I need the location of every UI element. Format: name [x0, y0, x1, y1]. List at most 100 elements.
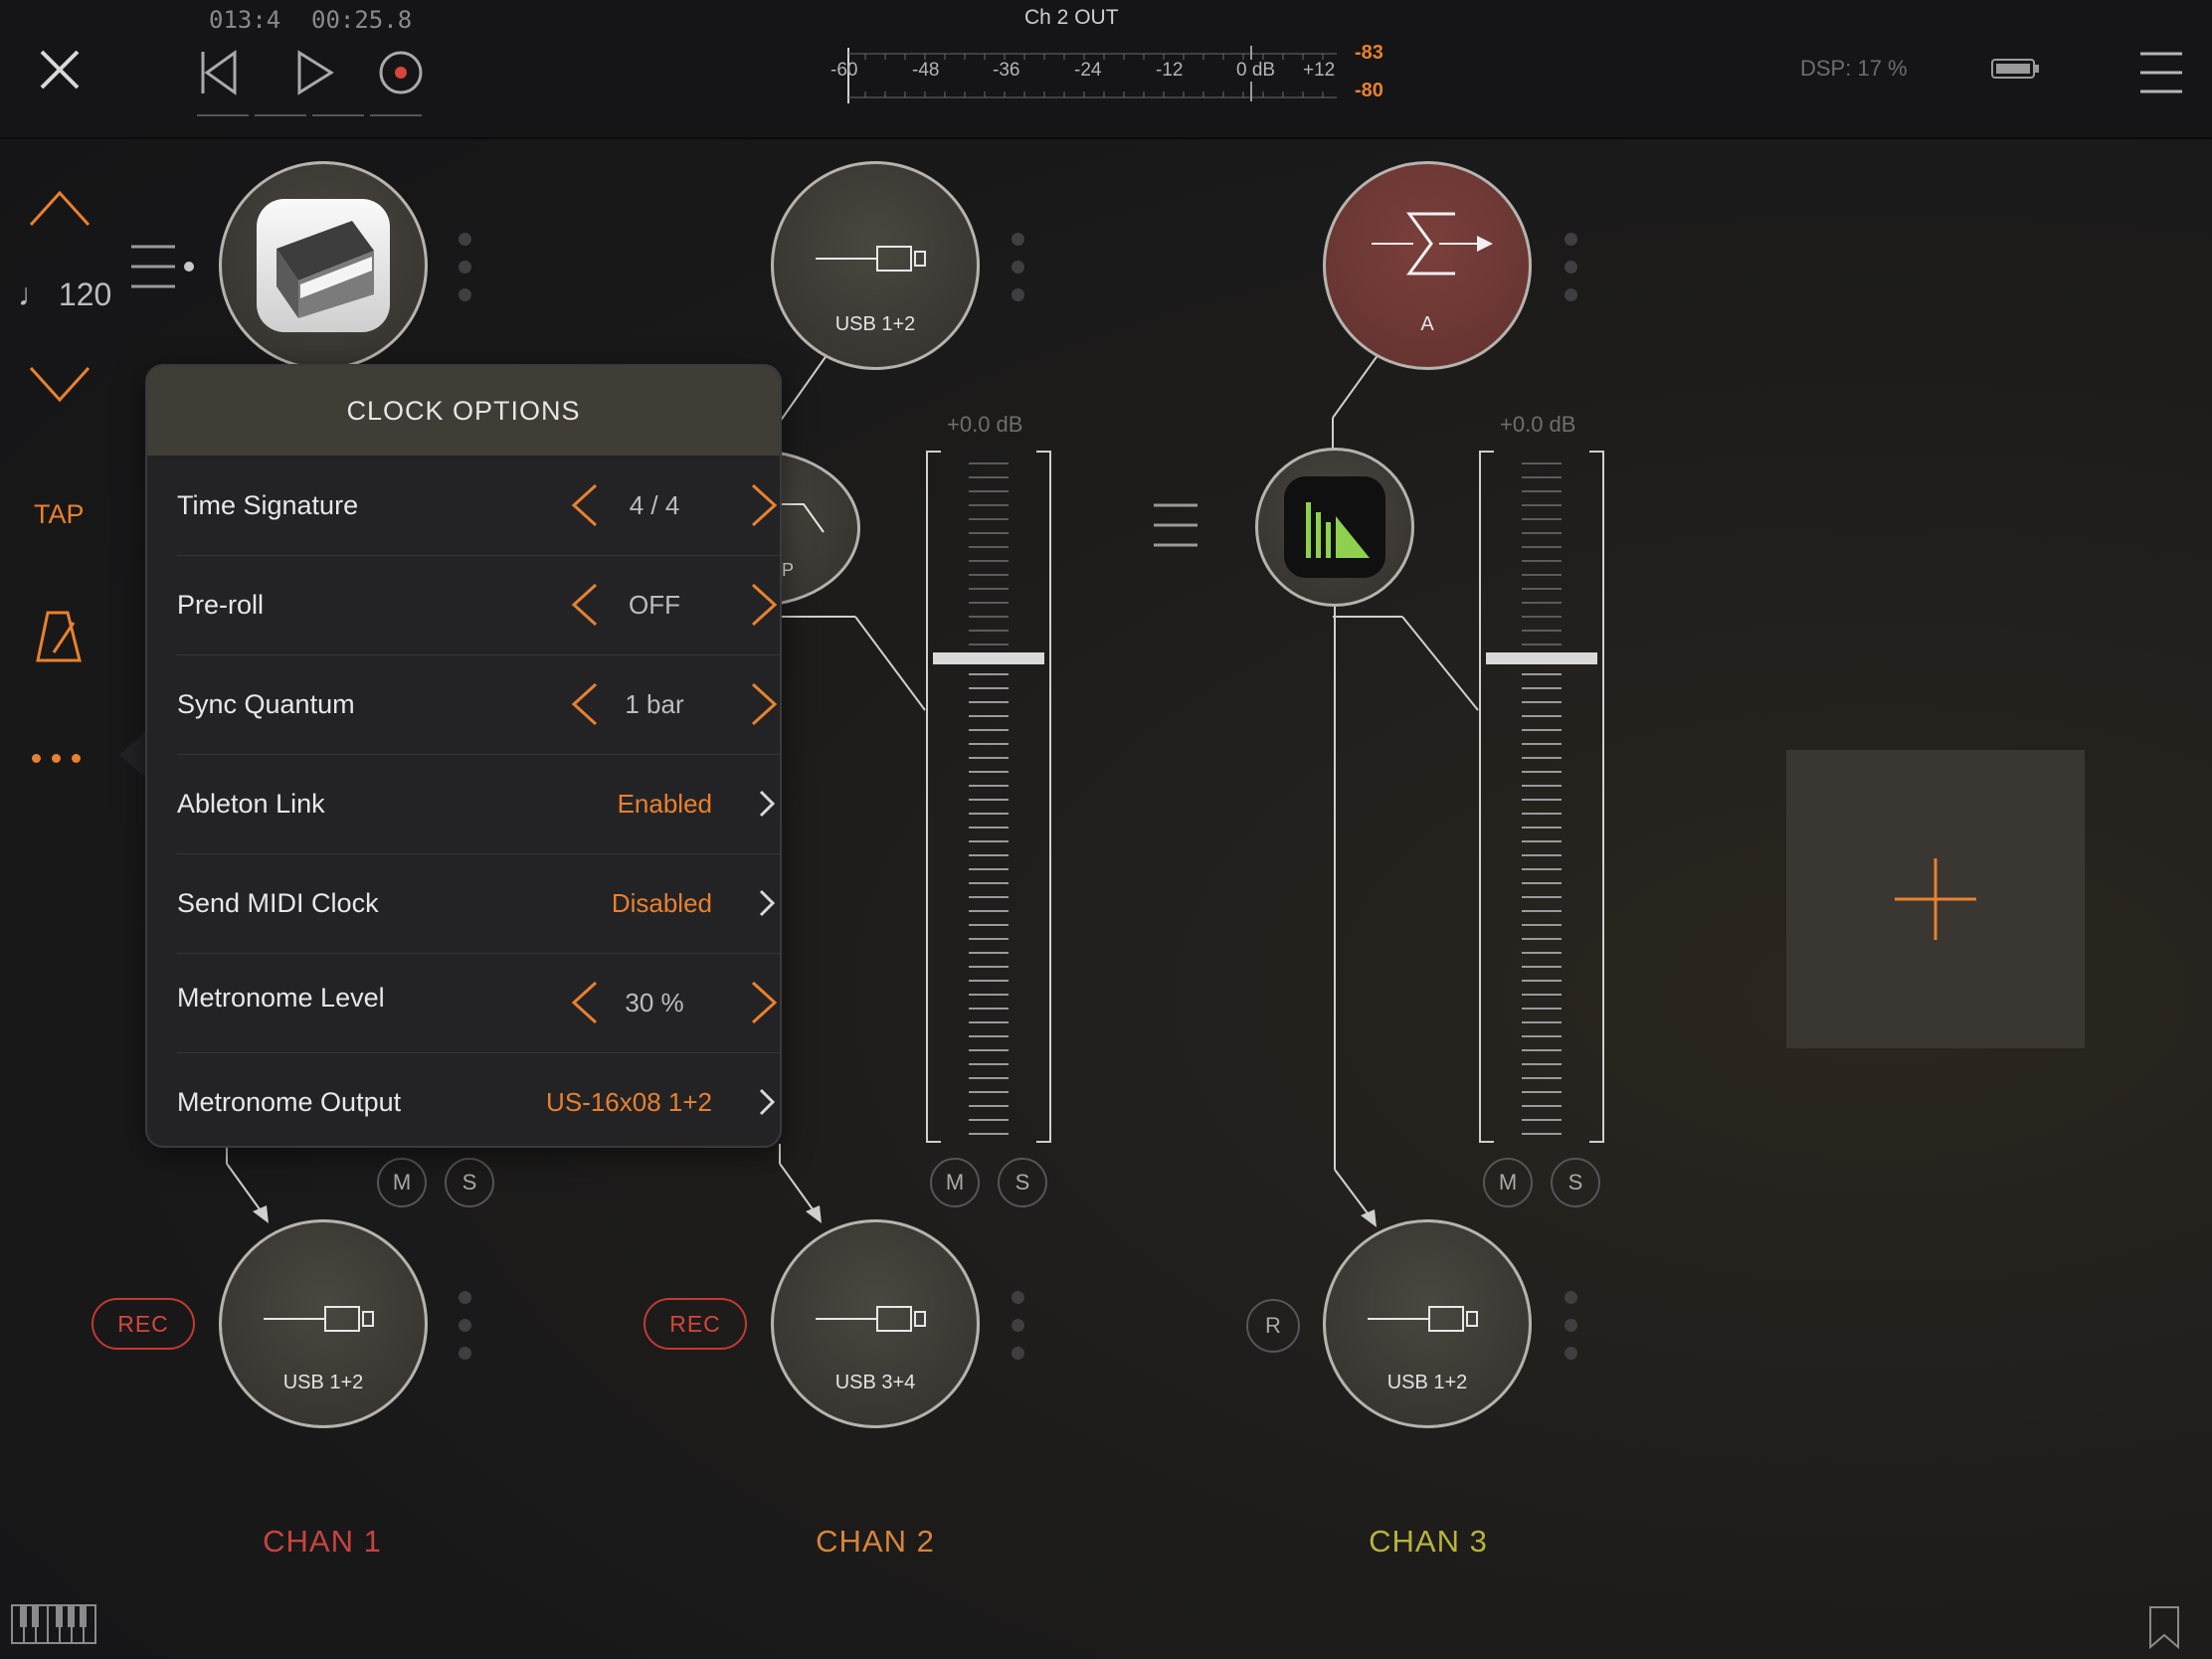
bookmark-icon[interactable]	[2148, 1605, 2180, 1649]
output-node-label: USB 1+2	[1386, 1372, 1468, 1393]
meter-tick: -24	[1074, 60, 1102, 81]
fx-list-icon[interactable]	[1152, 501, 1201, 549]
solo-button-chan3[interactable]: S	[1551, 1158, 1600, 1207]
node-options-dots[interactable]	[1565, 1291, 1577, 1375]
send-midi-clock-value: Disabled	[611, 888, 712, 918]
meter-title: Ch 2 OUT	[1024, 6, 1119, 29]
output-plug-icon	[264, 1306, 374, 1332]
close-icon[interactable]	[38, 48, 82, 92]
ableton-link-value: Enabled	[617, 789, 712, 819]
solo-button-chan2[interactable]: S	[998, 1158, 1047, 1207]
tap-tempo-button[interactable]: TAP	[34, 499, 85, 530]
chevron-right-icon	[757, 853, 777, 953]
metronome-icon[interactable]	[34, 609, 84, 664]
volume-fader-chan3[interactable]	[1478, 450, 1605, 1144]
row-label: Metronome Output	[177, 1087, 402, 1117]
synth-app-icon	[257, 199, 390, 332]
clock-options-popover: CLOCK OPTIONS Time Signature 4 / 4 Pre-r…	[145, 364, 782, 1148]
row-label: Send MIDI Clock	[177, 888, 379, 918]
node-options-dots[interactable]	[459, 1291, 471, 1375]
meter-tick: 0 dB	[1236, 60, 1276, 82]
bus-node-chan3[interactable]: A	[1323, 161, 1532, 370]
metronome-output-value: US-16x08 1+2	[546, 1087, 712, 1117]
signal-arrow	[779, 1144, 822, 1223]
synth-instrument-node[interactable]	[219, 161, 428, 370]
fader-handle[interactable]	[933, 652, 1044, 664]
channel-name-2[interactable]: CHAN 2	[726, 1524, 1024, 1560]
node-options-dots[interactable]	[1565, 233, 1577, 316]
output-plug-icon	[1368, 1306, 1478, 1332]
signal-wire	[779, 354, 829, 423]
increment-button[interactable]	[749, 654, 779, 754]
transport-progress	[197, 114, 426, 116]
transport-time: 00:25.8	[311, 6, 413, 34]
pre-roll-row: Pre-roll OFF	[177, 555, 780, 655]
send-midi-clock-row[interactable]: Send MIDI Clock Disabled	[177, 853, 780, 954]
bus-node-label: A	[1420, 313, 1434, 335]
meter-tick: -36	[993, 60, 1020, 81]
top-bar: 013:4 00:25.8 Ch 2 OUT -60 -48 -36 -24 -…	[0, 0, 2212, 139]
ableton-link-row[interactable]: Ableton Link Enabled	[177, 754, 780, 854]
row-label: Pre-roll	[177, 590, 265, 620]
piano-keyboard-icon[interactable]	[10, 1603, 99, 1647]
lowpass-filter-icon	[780, 503, 825, 533]
input-node-chan2[interactable]: USB 1+2	[771, 161, 980, 370]
output-node-chan2[interactable]: USB 3+4	[771, 1219, 980, 1428]
analyzer-app-icon	[1284, 476, 1385, 578]
output-node-label: USB 1+2	[282, 1372, 364, 1393]
node-options-dots[interactable]	[459, 233, 471, 316]
tempo-bpm[interactable]: ♩ 120	[18, 276, 111, 313]
fader-handle[interactable]	[1486, 652, 1597, 664]
node-options-dots[interactable]	[1012, 233, 1024, 316]
record-arm-chan3[interactable]: R	[1246, 1299, 1300, 1353]
output-plug-icon	[816, 1306, 926, 1332]
volume-fader-chan2[interactable]	[925, 450, 1052, 1144]
chevron-right-icon	[757, 1052, 777, 1146]
menu-icon[interactable]	[2138, 50, 2184, 95]
signal-arrow	[1334, 607, 1377, 1227]
mute-button-chan3[interactable]: M	[1483, 1158, 1533, 1207]
row-label: Metronome Level	[177, 983, 385, 1013]
meter-tick: +12	[1303, 60, 1336, 82]
dsp-load: DSP: 17 %	[1800, 56, 1908, 81]
meter-tick: -60	[830, 60, 858, 81]
mute-button-chan2[interactable]: M	[930, 1158, 980, 1207]
pre-roll-value: OFF	[629, 590, 680, 620]
meter-tick: -48	[912, 60, 940, 81]
play-icon[interactable]	[295, 50, 335, 95]
sync-quantum-value: 1 bar	[625, 689, 684, 719]
increment-button[interactable]	[749, 555, 779, 654]
track-list-icon[interactable]	[129, 243, 195, 290]
fader-level-chan2: +0.0 dB	[947, 412, 1023, 437]
time-signature-row: Time Signature 4 / 4	[177, 456, 780, 556]
record-arm-chan2[interactable]: REC	[644, 1298, 747, 1350]
increment-button[interactable]	[749, 456, 779, 555]
solo-button-chan1[interactable]: S	[445, 1158, 494, 1207]
sync-quantum-row: Sync Quantum 1 bar	[177, 654, 780, 755]
filter-node-label: P	[782, 560, 795, 580]
effect-plugin-node[interactable]	[1255, 448, 1414, 607]
peak-level-top: -83	[1355, 42, 1383, 64]
input-plug-icon	[816, 246, 926, 272]
node-options-dots[interactable]	[1012, 1291, 1024, 1375]
record-icon[interactable]	[378, 50, 424, 95]
increment-button[interactable]	[749, 953, 779, 1052]
output-node-chan3[interactable]: USB 1+2	[1323, 1219, 1532, 1428]
time-signature-value: 4 / 4	[629, 490, 680, 520]
chevron-up-icon[interactable]	[28, 189, 92, 229]
record-arm-chan1[interactable]: REC	[92, 1298, 195, 1350]
metronome-level-row: Metronome Level 30 %	[177, 953, 780, 1053]
fader-level-chan3: +0.0 dB	[1500, 412, 1576, 437]
metronome-output-row[interactable]: Metronome Output US-16x08 1+2	[177, 1052, 780, 1146]
signal-wire	[776, 616, 926, 711]
popover-title: CLOCK OPTIONS	[147, 366, 780, 456]
output-node-label: USB 3+4	[834, 1372, 916, 1393]
output-node-chan1[interactable]: USB 1+2	[219, 1219, 428, 1428]
channel-name-1[interactable]: CHAN 1	[173, 1524, 471, 1560]
skip-back-icon[interactable]	[199, 50, 239, 95]
mute-button-chan1[interactable]: M	[377, 1158, 427, 1207]
channel-name-3[interactable]: CHAN 3	[1279, 1524, 1577, 1560]
chevron-down-icon[interactable]	[28, 364, 92, 404]
add-channel-button[interactable]	[1786, 750, 2085, 1048]
more-icon[interactable]	[32, 750, 81, 768]
